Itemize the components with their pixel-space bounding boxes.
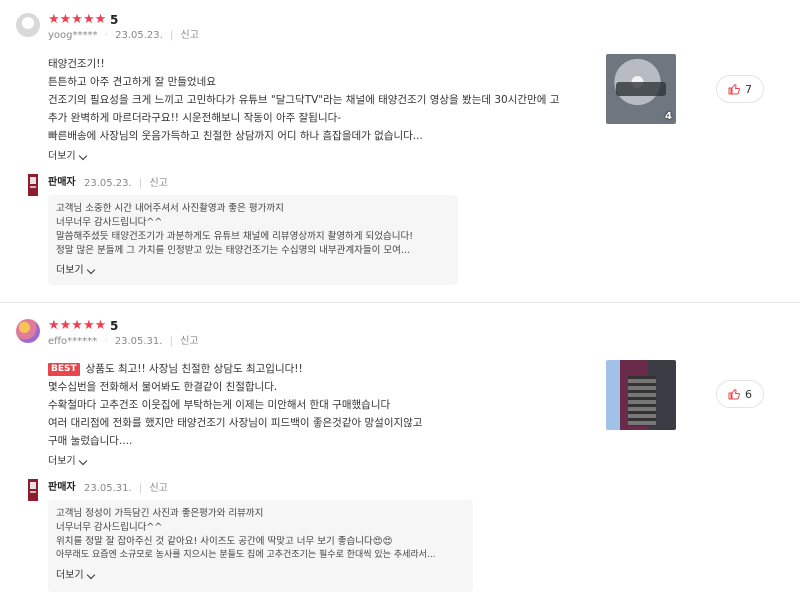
reply-meta: 23.05.31. | 신고 [84, 483, 168, 494]
reviewer-id: effo****** [48, 336, 98, 347]
report-link[interactable]: 신고 [180, 336, 198, 347]
reply-text-line: 정말 많은 분들께 그 가치를 인정받고 있는 태양건조기는 수십명의 내부관계… [56, 245, 410, 256]
like-button[interactable]: 6 [716, 380, 764, 408]
review-photo[interactable]: 4 [606, 54, 676, 124]
chevron-down-icon [86, 265, 95, 274]
expand-label: 더보기 [56, 570, 84, 581]
seller-reply-box: 고객님 소중한 시간 내어주셔서 사진촬영과 좋은 평가까지 너무너무 감사드립… [48, 195, 458, 285]
expand-reply-button[interactable]: 더보기 [56, 570, 95, 582]
reply-text-line: 위치를 정말 잘 잡아주신 것 같아요! 사이즈도 공간에 딱맞고 너무 보기 … [56, 536, 393, 547]
expand-reply-button[interactable]: 더보기 [56, 265, 95, 277]
expand-review-button[interactable]: 더보기 [48, 151, 87, 163]
review-meta: effo****** · 23.05.31. | 신고 [48, 336, 199, 347]
reviewer-id: yoog***** [48, 30, 98, 41]
thumb-up-icon [728, 84, 740, 95]
review-text-line: 건조기의 필요성을 크게 느끼고 고민하다가 유튜브 "달그닥TV"라는 채널에… [48, 94, 560, 106]
seller-label: 판매자 [48, 482, 76, 493]
star-rating: ★★★★★ [48, 12, 107, 27]
photo-count: 4 [665, 111, 672, 122]
expand-label: 더보기 [56, 265, 84, 276]
review-text-line: 빠른배송에 사장님의 웃음가득하고 친절한 상담까지 어디 하나 흠잡을데가 없… [48, 130, 423, 142]
report-link[interactable]: 신고 [149, 483, 167, 494]
reply-text-line: 고객님 소중한 시간 내어주셔서 사진촬영과 좋은 평가까지 [56, 203, 284, 214]
reply-date: 23.05.23. [84, 178, 132, 189]
reply-text-line: 너무너무 감사드립니다^^ [56, 217, 163, 228]
seller-label: 판매자 [48, 177, 76, 188]
report-link[interactable]: 신고 [149, 178, 167, 189]
review-text-line: BEST 상품도 최고!! 사장님 친절한 상담도 최고입니다!! [48, 362, 303, 376]
review-text-line: 태양건조기!! [48, 58, 105, 70]
review-text-line: 튼튼하고 아주 견고하게 잘 만들었네요 [48, 76, 216, 88]
review-divider [0, 302, 800, 303]
like-count: 6 [745, 387, 752, 401]
chevron-down-icon [78, 456, 87, 465]
star-rating: ★★★★★ [48, 318, 107, 333]
review-meta: yoog***** · 23.05.23. | 신고 [48, 30, 199, 41]
review-text-line: 추가 완벽하게 마르더라구요!! 시운전해보니 작동이 아주 잘됩니다- [48, 112, 342, 124]
seller-logo-icon [28, 174, 38, 196]
chevron-down-icon [78, 151, 87, 160]
reply-date: 23.05.31. [84, 483, 132, 494]
reply-meta: 23.05.23. | 신고 [84, 178, 168, 189]
review-photo[interactable] [606, 360, 676, 430]
rating-score: 5 [110, 13, 119, 27]
best-badge: BEST [48, 363, 80, 376]
review-text-line: 수확철마다 고추건조 이웃집에 부탁하는게 이제는 미안해서 한대 구매했습니다 [48, 399, 391, 411]
expand-review-button[interactable]: 더보기 [48, 456, 87, 468]
expand-label: 더보기 [48, 151, 76, 162]
expand-label: 더보기 [48, 456, 76, 467]
reply-text-line: 말씀해주셨듯 태양건조기가 과분하게도 유튜브 채널에 리뷰영상까지 촬영하게 … [56, 231, 414, 242]
reply-text-line: 너무너무 감사드립니다^^ [56, 522, 163, 533]
seller-logo-icon [28, 479, 38, 501]
review-text-line: 여러 대리점에 전화를 했지만 태양건조기 사장님이 피드백이 좋은것같아 망설… [48, 417, 423, 429]
review-date: 23.05.31. [114, 336, 163, 347]
review-date: 23.05.23. [115, 30, 163, 41]
like-button[interactable]: 7 [716, 75, 764, 103]
review-text-line: 구매 눌렀습니다.... [48, 435, 133, 447]
chevron-down-icon [86, 570, 95, 579]
like-count: 7 [745, 82, 752, 96]
seller-reply-box: 고객님 정성이 가득담긴 사진과 좋은평가와 리뷰까지 너무너무 감사드립니다^… [48, 500, 473, 592]
report-link[interactable]: 신고 [181, 30, 199, 41]
user-avatar [16, 13, 40, 37]
review-text-line: 몇수십번을 전화해서 물어봐도 한결같이 친절합니다. [48, 381, 278, 393]
user-avatar [16, 319, 40, 343]
reply-text-line: 아무래도 요즘엔 소규모로 농사를 지으시는 분들도 집에 고추건조기는 필수로… [56, 550, 436, 560]
review-headline: 상품도 최고!! 사장님 친절한 상담도 최고입니다!! [85, 363, 303, 375]
thumb-up-icon [728, 389, 740, 400]
reply-text-line: 고객님 정성이 가득담긴 사진과 좋은평가와 리뷰까지 [56, 508, 264, 519]
rating-score: 5 [110, 319, 119, 333]
